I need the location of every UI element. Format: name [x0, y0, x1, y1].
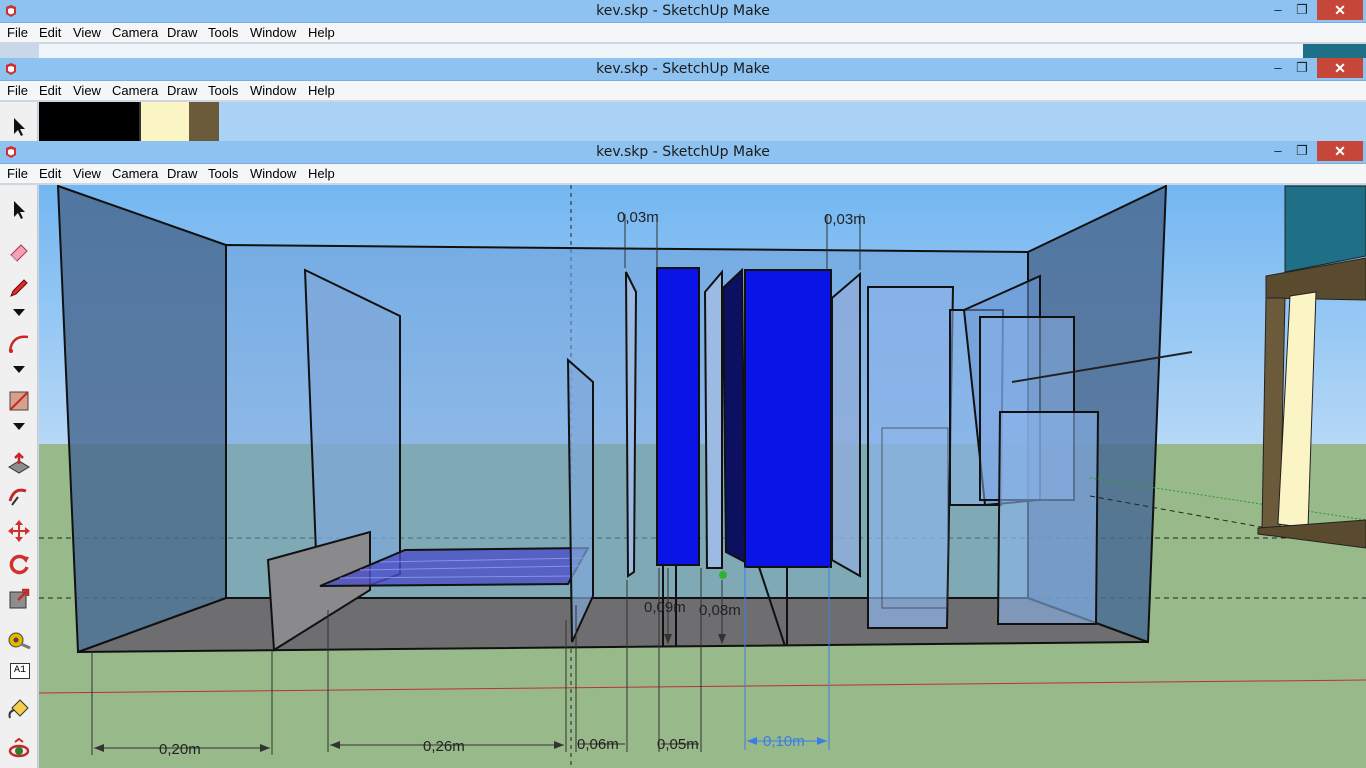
- blue-panel[interactable]: [744, 269, 832, 568]
- window-1-viewport-strip: [39, 44, 1366, 58]
- model-viewport[interactable]: 0,20m 0,26m 0,06m 0,05m 0,10m 0,09m 0,08…: [39, 185, 1366, 768]
- dropdown-arrow-icon[interactable]: [6, 419, 32, 433]
- menu-draw[interactable]: Draw: [167, 25, 197, 40]
- select-icon[interactable]: [6, 197, 32, 223]
- dark-panel-fragment: [39, 102, 139, 141]
- menu-tools[interactable]: Tools: [208, 166, 238, 181]
- follow-me-icon[interactable]: [6, 483, 32, 509]
- blue-panel[interactable]: [656, 267, 700, 566]
- menu-draw[interactable]: Draw: [167, 166, 197, 181]
- text-label-icon[interactable]: A1: [10, 663, 30, 679]
- eraser-icon[interactable]: [6, 239, 32, 265]
- glass-panel[interactable]: [703, 269, 723, 569]
- menu-draw[interactable]: Draw: [167, 83, 197, 98]
- window-title: kev.skp - SketchUp Make: [596, 61, 770, 77]
- paint-bucket-icon[interactable]: [6, 696, 32, 722]
- close-button[interactable]: ✕: [1317, 0, 1363, 20]
- scene-canvas[interactable]: [39, 185, 1366, 768]
- menu-view[interactable]: View: [73, 166, 101, 181]
- glass-panel[interactable]: [566, 357, 594, 643]
- window-1-titlebar[interactable]: kev.skp - SketchUp Make – ❐ ✕: [0, 0, 1366, 23]
- menu-help[interactable]: Help: [308, 25, 335, 40]
- dimension-label[interactable]: 0,05m: [657, 736, 699, 753]
- restore-button[interactable]: ❐: [1288, 0, 1316, 20]
- dimension-label[interactable]: 0,03m: [824, 211, 866, 228]
- menu-window[interactable]: Window: [250, 25, 296, 40]
- dimension-label[interactable]: 0,20m: [159, 741, 201, 758]
- dimension-label[interactable]: 0,08m: [699, 602, 741, 619]
- menu-tools[interactable]: Tools: [208, 83, 238, 98]
- menu-help[interactable]: Help: [308, 83, 335, 98]
- scale-icon[interactable]: [6, 586, 32, 612]
- arc-icon[interactable]: [6, 331, 32, 357]
- glass-box[interactable]: [867, 286, 955, 629]
- dimension-label[interactable]: 0,03m: [617, 209, 659, 226]
- menu-edit[interactable]: Edit: [39, 166, 61, 181]
- select-icon[interactable]: [6, 114, 32, 140]
- blue-panel[interactable]: [721, 267, 747, 564]
- window-3-menubar: File Edit View Camera Draw Tools Window …: [0, 164, 1366, 184]
- menu-camera[interactable]: Camera: [112, 83, 158, 98]
- move-icon[interactable]: [6, 518, 32, 544]
- menu-file[interactable]: File: [7, 166, 28, 181]
- dimension-label[interactable]: 0,09m: [644, 599, 686, 616]
- window-3-titlebar[interactable]: kev.skp - SketchUp Make – ❐ ✕: [0, 141, 1366, 164]
- window-2-viewport-strip: [39, 102, 1366, 141]
- close-button[interactable]: ✕: [1317, 141, 1363, 161]
- restore-button[interactable]: ❐: [1288, 141, 1316, 161]
- orbit-icon[interactable]: [6, 737, 32, 763]
- window-1-menubar: File Edit View Camera Draw Tools Window …: [0, 23, 1366, 43]
- menu-tools[interactable]: Tools: [208, 25, 238, 40]
- dimension-label[interactable]: 0,26m: [423, 738, 465, 755]
- push-pull-icon[interactable]: [6, 451, 32, 477]
- dropdown-arrow-icon[interactable]: [6, 305, 32, 319]
- tape-measure-icon[interactable]: [6, 626, 32, 652]
- floor[interactable]: [77, 597, 1149, 653]
- menu-help[interactable]: Help: [308, 166, 335, 181]
- rectangle-icon[interactable]: [6, 388, 32, 414]
- menu-view[interactable]: View: [73, 25, 101, 40]
- left-wall[interactable]: [56, 185, 227, 654]
- menu-edit[interactable]: Edit: [39, 25, 61, 40]
- dimension-label-selected[interactable]: 0,10m: [763, 733, 805, 750]
- dimension-label[interactable]: 0,06m: [577, 736, 619, 753]
- menu-window[interactable]: Window: [250, 83, 296, 98]
- glass-box[interactable]: [996, 411, 1100, 625]
- menu-edit[interactable]: Edit: [39, 83, 61, 98]
- menu-file[interactable]: File: [7, 25, 28, 40]
- pencil-icon[interactable]: [6, 275, 32, 301]
- light-panel-fragment: [139, 102, 189, 141]
- inference-point: [719, 571, 727, 579]
- window-title: kev.skp - SketchUp Make: [596, 144, 770, 160]
- window-2-menubar: File Edit View Camera Draw Tools Window …: [0, 81, 1366, 101]
- window-title: kev.skp - SketchUp Make: [596, 3, 770, 19]
- window-2-toolbar: [0, 102, 38, 141]
- roof-fragment: [1303, 44, 1366, 58]
- menu-view[interactable]: View: [73, 83, 101, 98]
- close-button[interactable]: ✕: [1317, 58, 1363, 78]
- menu-file[interactable]: File: [7, 83, 28, 98]
- window-2-titlebar[interactable]: kev.skp - SketchUp Make – ❐ ✕: [0, 58, 1366, 81]
- glass-panel[interactable]: [831, 271, 861, 578]
- restore-button[interactable]: ❐: [1288, 58, 1316, 78]
- rotate-icon[interactable]: [6, 551, 32, 577]
- menu-camera[interactable]: Camera: [112, 166, 158, 181]
- menu-camera[interactable]: Camera: [112, 25, 158, 40]
- glass-panel[interactable]: [625, 271, 638, 578]
- tool-palette: A1: [0, 185, 38, 768]
- dropdown-arrow-icon[interactable]: [6, 362, 32, 376]
- frame-fragment: [189, 102, 219, 141]
- menu-window[interactable]: Window: [250, 166, 296, 181]
